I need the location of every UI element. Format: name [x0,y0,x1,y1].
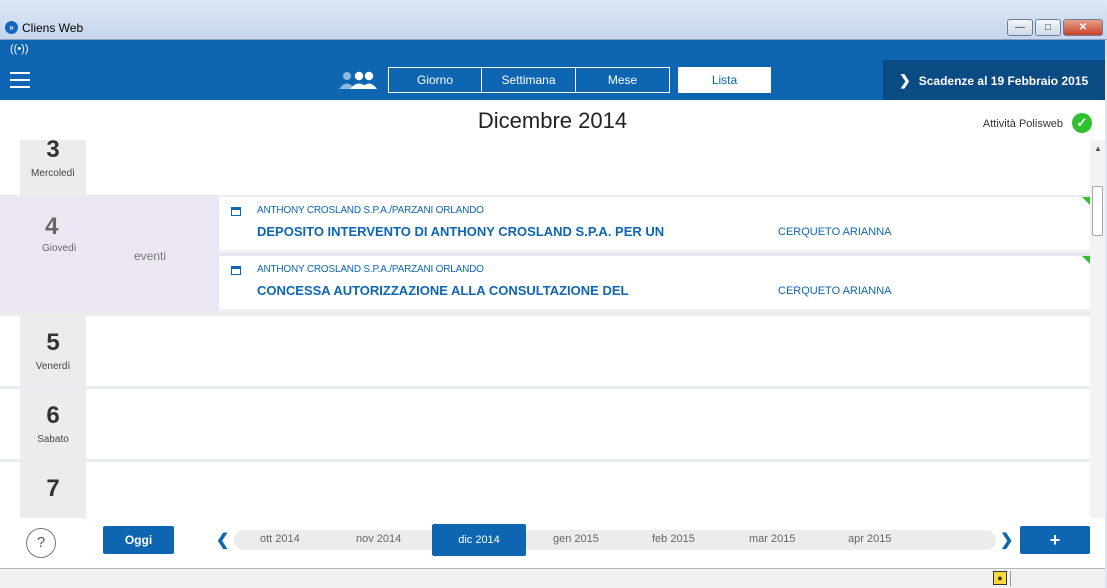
day-row: 3 Mercoledì [0,140,1090,198]
event-title[interactable]: DEPOSITO INTERVENTO DI ANTHONY CROSLAND … [257,224,664,239]
window-title: Cliens Web [22,21,84,35]
today-button[interactable]: Oggi [103,526,174,554]
deadlines-label: Scadenze al 19 Febbraio 2015 [918,74,1089,88]
event-parties: ANTHONY CROSLAND S.P.A./PARZANI ORLANDO [257,264,484,275]
day-name: Venerdì [35,361,71,372]
window-controls: — □ ✕ [1007,19,1103,36]
footer-bar: ? Oggi ❮ ott 2014 nov 2014 gen 2015 feb … [0,518,1105,568]
menu-icon[interactable] [10,72,30,88]
day-header[interactable]: 6 Sabato [20,388,86,459]
status-flag-icon [1082,197,1090,205]
chevron-right-icon: ❯ [899,72,911,88]
timeline-month[interactable]: ott 2014 [260,533,300,545]
day-name: Giovedì [42,243,77,254]
agenda-list: 3 Mercoledì 4 Giovedì eventi ANTHONY CRO… [0,140,1090,558]
maximize-icon[interactable]: □ [1035,19,1061,36]
tab-settimana[interactable]: Settimana [482,67,576,93]
connection-bar: ((•)) [0,40,1105,60]
polisweb-label: Attività Polisweb [982,118,1063,130]
scroll-up-icon[interactable]: ▲ [1094,144,1102,153]
timeline-month[interactable]: feb 2015 [652,533,695,545]
month-header: Dicembre 2014 Attività Polisweb ✓ [0,100,1105,140]
day-number: 3 [46,140,60,163]
app-frame: ((•)) Giorno Settimana Mese Lista ❯ Scade… [0,40,1105,588]
window-titlebar: » Cliens Web — □ ✕ [0,0,1107,40]
event-title[interactable]: CONCESSA AUTORIZZAZIONE ALLA CONSULTAZIO… [257,283,628,298]
close-icon[interactable]: ✕ [1063,19,1103,36]
timeline-month[interactable]: apr 2015 [848,533,891,545]
deadlines-button[interactable]: ❯ Scadenze al 19 Febbraio 2015 [883,60,1105,100]
status-bar: ● [0,568,1105,588]
timeline-month[interactable]: nov 2014 [356,533,401,545]
day-header[interactable]: 5 Venerdì [20,315,86,386]
day-number: 5 [46,329,60,356]
event-person: CERQUETO ARIANNA [778,226,892,238]
tab-mese[interactable]: Mese [576,67,670,93]
minimize-icon[interactable]: — [1007,19,1033,36]
event-item[interactable]: ANTHONY CROSLAND S.P.A./PARZANI ORLANDO … [219,197,1090,253]
day-header[interactable]: 4 Giovedì [20,197,220,313]
event-item[interactable]: ANTHONY CROSLAND S.P.A./PARZANI ORLANDO … [219,256,1090,312]
event-person: CERQUETO ARIANNA [778,285,892,297]
month-title: Dicembre 2014 [477,108,628,133]
timeline-month[interactable]: mar 2015 [749,533,795,545]
events-label: eventi [134,249,167,263]
chevron-left-icon[interactable]: ❮ [216,530,229,550]
scrollbar-thumb[interactable] [1092,186,1103,236]
users-icon[interactable] [337,71,377,89]
tab-lista[interactable]: Lista [678,67,771,93]
event-parties: ANTHONY CROSLAND S.P.A./PARZANI ORLANDO [257,205,484,216]
status-divider [1010,571,1011,586]
app-logo-icon: » [5,21,18,34]
day-number: 4 [45,213,59,240]
help-button[interactable]: ? [26,528,56,558]
day-number: 7 [46,475,60,502]
lock-icon: ● [993,571,1007,585]
calendar-icon [231,207,241,216]
chevron-right-icon[interactable]: ❯ [1000,530,1013,550]
timeline-month[interactable]: gen 2015 [553,533,599,545]
timeline-month-active[interactable]: dic 2014 [432,524,526,556]
vertical-scrollbar[interactable]: ▲ ▼ [1090,140,1105,558]
day-header[interactable]: 3 Mercoledì [20,140,86,195]
tab-giorno[interactable]: Giorno [388,67,482,93]
add-button[interactable]: + [1020,526,1090,554]
day-name: Mercoledì [31,168,75,179]
signal-icon: ((•)) [10,43,29,55]
day-row: 6 Sabato [0,388,1090,462]
check-icon[interactable]: ✓ [1072,113,1092,133]
calendar-icon [231,266,241,275]
month-timeline: ott 2014 nov 2014 gen 2015 feb 2015 mar … [234,530,996,550]
day-row-highlighted: 4 Giovedì eventi ANTHONY CROSLAND S.P.A.… [0,197,1090,316]
status-flag-icon [1082,256,1090,264]
day-name: Sabato [37,434,69,445]
day-number: 6 [46,402,60,429]
main-navbar: Giorno Settimana Mese Lista ❯ Scadenze al… [0,60,1105,100]
day-row: 5 Venerdì [0,315,1090,389]
view-tabs: Giorno Settimana Mese Lista [388,67,771,93]
